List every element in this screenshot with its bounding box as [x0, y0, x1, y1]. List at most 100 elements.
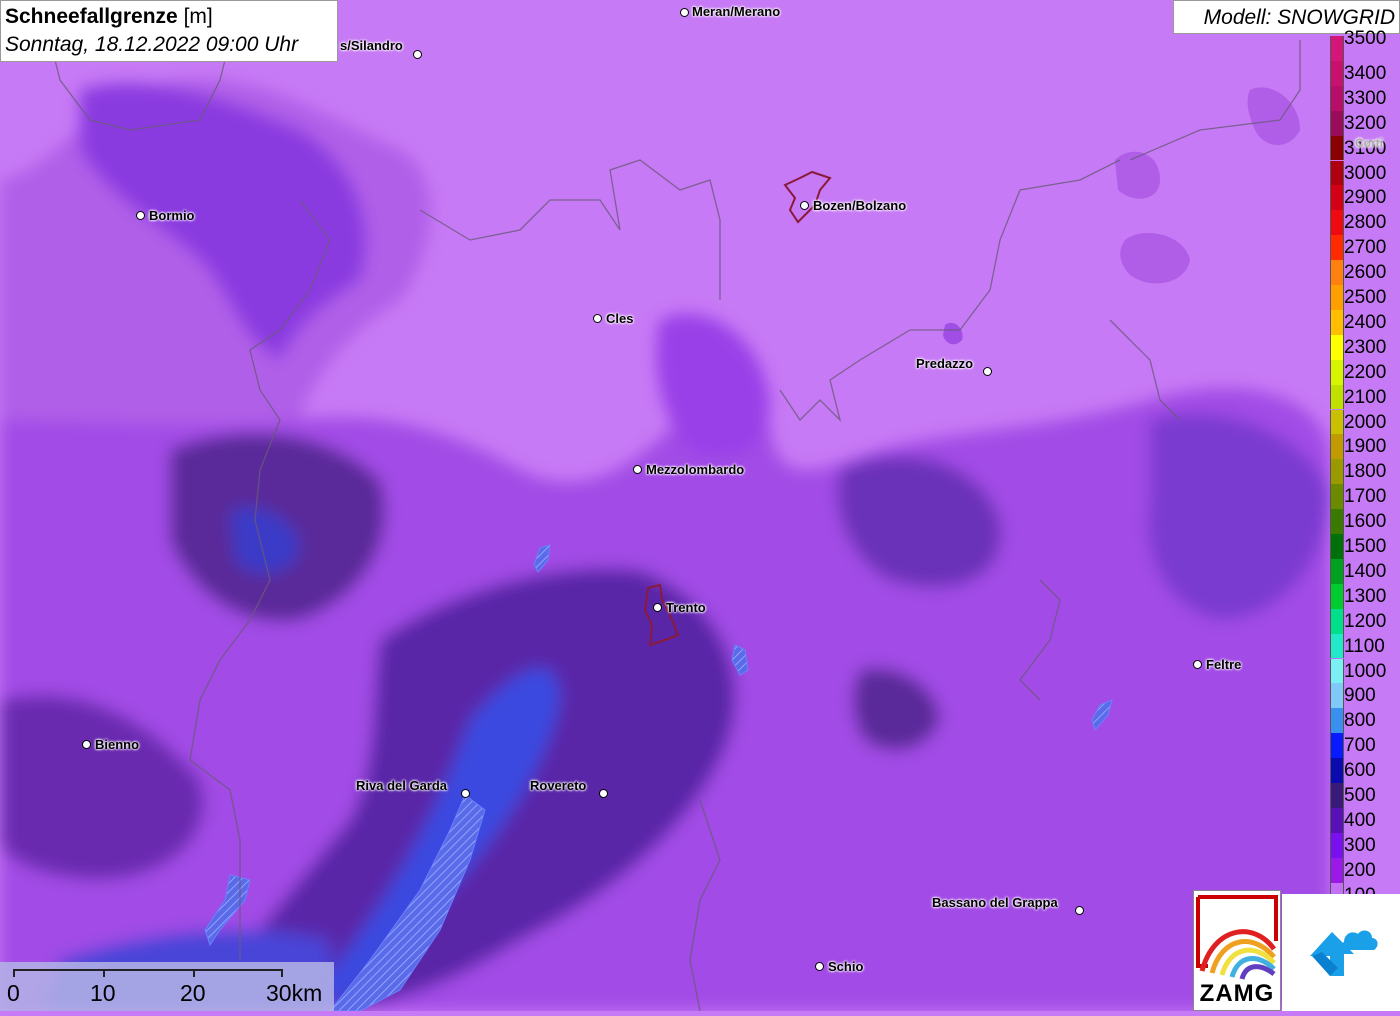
legend-label: 1300 [1344, 585, 1387, 607]
legend-swatch [1330, 60, 1344, 86]
snowfall-limit-map [0, 0, 1400, 1011]
city-dot [653, 603, 662, 612]
legend-swatch [1330, 608, 1344, 634]
legend-swatch [1330, 285, 1344, 310]
city-dot [461, 789, 470, 798]
legend-entry: 2800 [1328, 210, 1400, 236]
legend-entry: 2900 [1328, 185, 1400, 211]
city-dot [983, 367, 992, 376]
scale-label-0: 0 [7, 980, 20, 1006]
legend-swatch [1330, 484, 1344, 510]
legend-label: 2600 [1344, 262, 1387, 284]
legend-label: 1900 [1344, 436, 1387, 458]
legend-entry: 700 [1328, 733, 1400, 759]
city-label-bozen: Bozen/Bolzano [813, 198, 907, 213]
city-dot [136, 211, 145, 220]
city-dot [599, 789, 608, 798]
legend-label: 3000 [1344, 162, 1387, 184]
legend-label: 600 [1344, 760, 1376, 782]
city-dot [815, 962, 824, 971]
city-label-riva: Riva del Garda [356, 778, 448, 793]
legend-label: 1400 [1344, 560, 1387, 582]
city-dot [593, 314, 602, 323]
legend-label: 900 [1344, 685, 1376, 707]
legend-entry: 300 [1328, 832, 1400, 858]
legend-entry: 3500 [1328, 28, 1400, 61]
legend-entry: 1300 [1328, 583, 1400, 609]
legend-entry: 2700 [1328, 235, 1400, 261]
city-dot [1193, 660, 1202, 669]
legend-entry: 2100 [1328, 384, 1400, 410]
legend-label: 1600 [1344, 511, 1387, 533]
legend-label: 1700 [1344, 486, 1387, 508]
city-label-schio: Schio [828, 959, 864, 974]
legend-entry: 1800 [1328, 459, 1400, 485]
legend-swatch [1330, 708, 1344, 734]
scale-tick [281, 969, 283, 977]
legend-swatch [1330, 260, 1344, 285]
city-dot [413, 50, 422, 59]
legend-entry: 500 [1328, 783, 1400, 808]
legend-entry: 2000 [1328, 409, 1400, 435]
city-label-rovereto: Rovereto [530, 778, 587, 793]
city-label-bormio: Bormio [149, 208, 195, 223]
legend-entry: 1400 [1328, 558, 1400, 584]
legend-label: 2000 [1344, 411, 1387, 433]
legend-swatch [1330, 583, 1344, 609]
legend-entry: 1900 [1328, 434, 1400, 460]
scale-tick [13, 969, 15, 977]
legend-swatch [1330, 434, 1344, 460]
cloud-arrow-icon [1310, 930, 1378, 976]
map-title: Schneefallgrenze [5, 5, 178, 28]
city-label-silandro: s/Silandro [340, 38, 403, 53]
legend-swatch [1330, 210, 1344, 236]
legend-label: 400 [1344, 809, 1376, 831]
legend-swatch [1330, 235, 1344, 261]
scale-line [13, 969, 283, 971]
legend-swatch [1330, 185, 1344, 211]
scale-tick [193, 969, 195, 977]
legend-swatch [1330, 110, 1344, 136]
legend-label: 700 [1344, 735, 1376, 757]
legend-entry: 800 [1328, 708, 1400, 734]
legend-swatch [1330, 409, 1344, 435]
scale-label-10: 10 [90, 980, 116, 1006]
legend-label: 500 [1344, 785, 1376, 806]
city-dot [1075, 906, 1084, 915]
legend-label: 3400 [1344, 62, 1387, 84]
legend-entry: 600 [1328, 758, 1400, 783]
legend-entry: 2600 [1328, 260, 1400, 285]
legend-swatch [1330, 832, 1344, 858]
scale-label-20: 20 [180, 980, 206, 1006]
zamg-logo: ZAMG [1193, 890, 1281, 1011]
legend-label: 2200 [1344, 361, 1387, 383]
legend-entry: 2400 [1328, 309, 1400, 335]
legend-swatch [1330, 558, 1344, 584]
city-label-bassano: Bassano del Grappa [932, 895, 1058, 910]
legend-swatch [1330, 783, 1344, 808]
legend-label: 1800 [1344, 461, 1387, 483]
legend-label: 300 [1344, 834, 1376, 856]
legend-entry: 3000 [1328, 160, 1400, 186]
legend-swatch [1330, 160, 1344, 186]
legend-entry: 1600 [1328, 509, 1400, 534]
legend-swatch [1330, 359, 1344, 385]
legend-entry: 2300 [1328, 334, 1400, 360]
legend-entry: 1700 [1328, 484, 1400, 510]
city-dot [633, 465, 642, 474]
scale-bar: 0 10 20 30km [0, 962, 334, 1011]
legend-swatch [1330, 733, 1344, 759]
legend-label: 3200 [1344, 112, 1387, 134]
legend-swatch [1330, 36, 1344, 61]
legend-swatch [1330, 459, 1344, 485]
legend-entry: 2500 [1328, 285, 1400, 310]
legend-swatch [1330, 857, 1344, 883]
legend-swatch [1330, 309, 1344, 335]
legend-label: 800 [1344, 710, 1376, 732]
legend-swatch [1330, 509, 1344, 534]
legend-entry: 400 [1328, 807, 1400, 833]
city-dot [800, 201, 809, 210]
city-dot [82, 740, 91, 749]
legend-swatch [1330, 683, 1344, 709]
map-datetime: Sonntag, 18.12.2022 09:00 Uhr [5, 33, 299, 56]
